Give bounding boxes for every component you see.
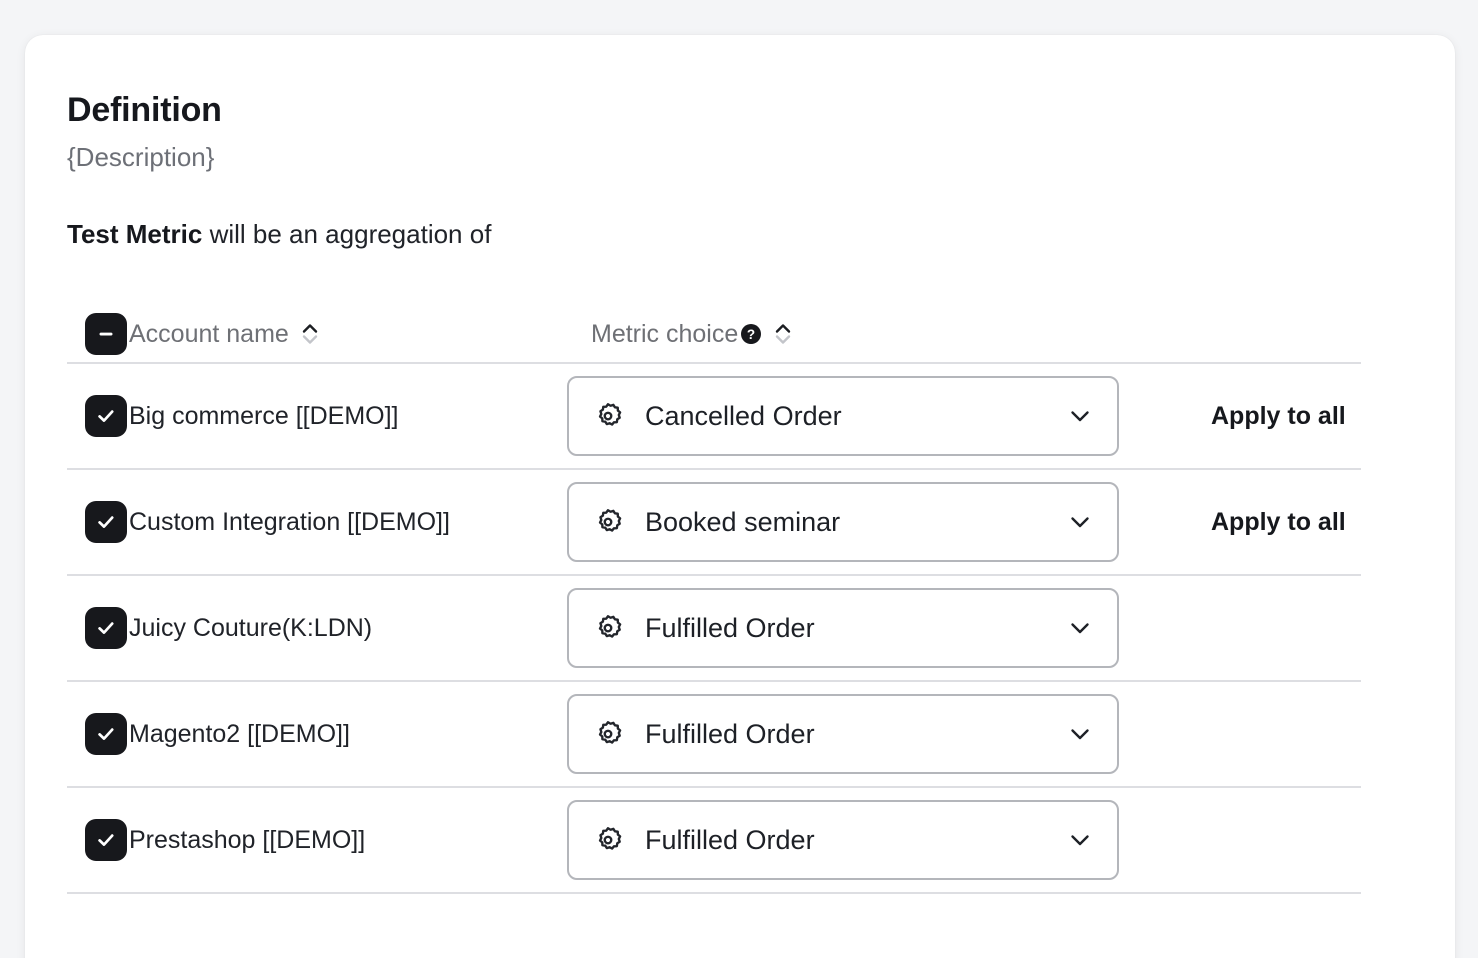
account-name-label: Juicy Couture(K:LDN) — [129, 614, 372, 643]
account-name-label: Prestashop [[DEMO]] — [129, 826, 365, 855]
header-account-cell[interactable]: Account name — [129, 319, 529, 349]
row-checkbox-cell — [67, 395, 129, 437]
row-account-cell: Custom Integration [[DEMO]] — [129, 508, 529, 537]
row-checkbox[interactable] — [85, 395, 127, 437]
apply-to-all-button[interactable]: Apply to all — [1211, 508, 1346, 537]
row-metric-cell: Fulfilled Order — [529, 588, 1139, 668]
definition-card: Definition {Description} Test Metric wil… — [25, 35, 1455, 958]
minus-icon — [96, 324, 116, 344]
row-metric-cell: Booked seminar — [529, 482, 1139, 562]
row-checkbox-cell — [67, 819, 129, 861]
header-account-label: Account name — [129, 320, 289, 349]
metric-choice-select[interactable]: Fulfilled Order — [567, 694, 1119, 774]
row-checkbox[interactable] — [85, 501, 127, 543]
chevron-down-icon[interactable] — [1065, 719, 1095, 749]
row-metric-cell: Cancelled Order — [529, 376, 1139, 456]
row-account-cell: Big commerce [[DEMO]] — [129, 402, 529, 431]
metric-choice-select[interactable]: Booked seminar — [567, 482, 1119, 562]
table-row: Prestashop [[DEMO]] Fulfilled Order — [67, 788, 1361, 894]
row-checkbox-cell — [67, 607, 129, 649]
row-checkbox[interactable] — [85, 607, 127, 649]
row-account-cell: Magento2 [[DEMO]] — [129, 720, 529, 749]
account-name-label: Custom Integration [[DEMO]] — [129, 508, 450, 537]
gear-icon — [593, 401, 623, 431]
gear-icon — [593, 613, 623, 643]
metric-choice-value: Fulfilled Order — [645, 825, 1055, 856]
page-title: Definition — [67, 91, 1413, 130]
card-content: Definition {Description} Test Metric wil… — [25, 35, 1455, 894]
metric-choice-value: Booked seminar — [645, 507, 1055, 538]
account-name-label: Big commerce [[DEMO]] — [129, 402, 399, 431]
table-row: Custom Integration [[DEMO]] Booked semina… — [67, 470, 1361, 576]
row-apply-cell: Apply to all — [1139, 508, 1361, 537]
account-name-label: Magento2 [[DEMO]] — [129, 720, 350, 749]
header-checkbox-cell — [67, 313, 129, 355]
row-checkbox[interactable] — [85, 713, 127, 755]
chevron-down-icon[interactable] — [1065, 825, 1095, 855]
row-checkbox[interactable] — [85, 819, 127, 861]
help-circle-icon[interactable]: ? — [740, 323, 762, 345]
row-account-cell: Juicy Couture(K:LDN) — [129, 614, 529, 643]
screen-root: Definition {Description} Test Metric wil… — [0, 0, 1478, 958]
table-row: Juicy Couture(K:LDN) Fulfilled Order — [67, 576, 1361, 682]
table-body: Big commerce [[DEMO]] Cancelled Order Appl… — [67, 364, 1361, 894]
accounts-metric-table: Account name Metric choice — [67, 306, 1361, 894]
header-metric-cell[interactable]: Metric choice ? — [529, 319, 1139, 349]
aggregation-suffix-label: will be an aggregation of — [202, 219, 491, 249]
gear-icon — [593, 719, 623, 749]
metric-choice-value: Fulfilled Order — [645, 719, 1055, 750]
gear-icon — [593, 825, 623, 855]
row-account-cell: Prestashop [[DEMO]] — [129, 826, 529, 855]
table-row: Magento2 [[DEMO]] Fulfilled Order — [67, 682, 1361, 788]
metric-choice-value: Cancelled Order — [645, 401, 1055, 432]
row-apply-cell: Apply to all — [1139, 402, 1361, 431]
page-description: {Description} — [67, 142, 1413, 173]
chevron-down-icon[interactable] — [1065, 507, 1095, 537]
aggregation-statement: Test Metric will be an aggregation of — [67, 219, 1413, 250]
select-all-checkbox[interactable] — [85, 313, 127, 355]
row-metric-cell: Fulfilled Order — [529, 694, 1139, 774]
metric-name-label: Test Metric — [67, 219, 202, 249]
sort-icon[interactable] — [772, 319, 794, 349]
chevron-down-icon[interactable] — [1065, 613, 1095, 643]
row-metric-cell: Fulfilled Order — [529, 800, 1139, 880]
chevron-down-icon[interactable] — [1065, 401, 1095, 431]
row-checkbox-cell — [67, 713, 129, 755]
metric-choice-select[interactable]: Fulfilled Order — [567, 588, 1119, 668]
header-metric-label: Metric choice — [591, 320, 738, 349]
svg-text:?: ? — [747, 328, 755, 343]
sort-icon[interactable] — [299, 319, 321, 349]
metric-choice-select[interactable]: Cancelled Order — [567, 376, 1119, 456]
apply-to-all-button[interactable]: Apply to all — [1211, 402, 1346, 431]
metric-choice-select[interactable]: Fulfilled Order — [567, 800, 1119, 880]
metric-choice-value: Fulfilled Order — [645, 613, 1055, 644]
row-checkbox-cell — [67, 501, 129, 543]
table-row: Big commerce [[DEMO]] Cancelled Order Appl… — [67, 364, 1361, 470]
gear-icon — [593, 507, 623, 537]
table-header-row: Account name Metric choice — [67, 306, 1361, 364]
